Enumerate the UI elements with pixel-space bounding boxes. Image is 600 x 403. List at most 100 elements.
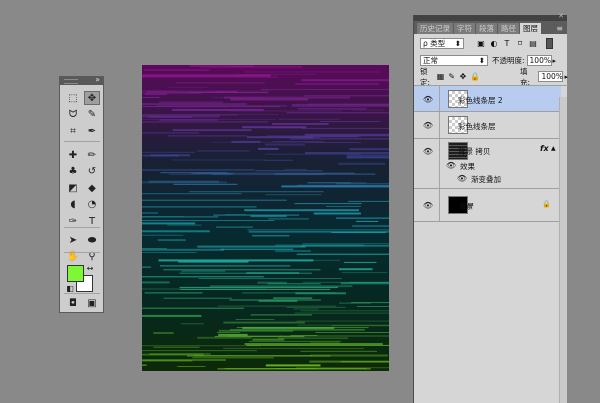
color-streak xyxy=(258,147,279,150)
healing-brush-tool-icon[interactable]: ✚ xyxy=(65,148,81,162)
color-streak xyxy=(341,272,388,274)
quick-mask-icon[interactable]: ◘ xyxy=(65,296,81,310)
color-streak xyxy=(286,112,389,114)
layer-name[interactable]: 背景 拷贝 xyxy=(458,146,490,157)
layer-row-background-copy[interactable]: 👁 背景 拷贝 fx ▲ 👁 效果 👁 渐变叠加 xyxy=(414,139,561,189)
tools-panel-titlebar[interactable]: » xyxy=(60,75,103,85)
layer-filter-select[interactable]: ρ 类型 ⬍ xyxy=(420,38,464,49)
color-streak xyxy=(145,114,280,115)
tools-panel: » ⬚ ✥ ᗢ ✎ ⌗ ✒ ✚ ✏ ♣ ↺ ◩ ◆ ◖ ◔ ✑ T ➤ ⬬ ✋ ⚲ ↔ ◧ ◘ ▣ xyxy=(59,75,104,313)
tab-paragraph[interactable]: 段落 xyxy=(476,23,497,34)
crop-tool-icon[interactable]: ⌗ xyxy=(65,124,81,138)
eraser-tool-icon[interactable]: ◩ xyxy=(65,181,81,195)
clone-stamp-tool-icon[interactable]: ♣ xyxy=(65,164,81,178)
panel-menu-icon[interactable]: ≡ xyxy=(556,23,563,34)
opacity-input[interactable]: 100% xyxy=(526,55,552,66)
color-streak xyxy=(295,292,346,295)
foreground-color-swatch[interactable] xyxy=(67,265,84,282)
lock-all-icon[interactable]: 🔒 xyxy=(470,72,480,82)
color-streak xyxy=(142,350,257,352)
color-streak xyxy=(272,141,324,143)
document-canvas[interactable] xyxy=(142,65,389,371)
tool-divider xyxy=(64,252,100,253)
quick-select-tool-icon[interactable]: ✎ xyxy=(84,107,100,121)
color-streak xyxy=(142,76,279,78)
lock-transparent-icon[interactable]: ▦ xyxy=(436,72,445,82)
history-brush-tool-icon[interactable]: ↺ xyxy=(84,164,100,178)
eye-icon[interactable]: 👁 xyxy=(446,160,456,170)
color-streak xyxy=(157,239,186,242)
color-streak xyxy=(352,225,389,228)
color-streak xyxy=(193,355,312,357)
color-streak xyxy=(153,346,200,348)
color-streak xyxy=(142,193,242,195)
color-streak xyxy=(304,95,389,97)
tab-paths[interactable]: 路径 xyxy=(498,23,519,34)
layers-panel: ✕ 历史记录 字符 段落 路径 图层 ≡ ρ 类型 ⬍ ▣ ◐ T ⌑ ▤ 正常… xyxy=(413,12,568,403)
swap-colors-icon[interactable]: ↔ xyxy=(85,263,95,273)
filter-toggle-icon[interactable] xyxy=(546,38,553,49)
tab-character[interactable]: 字符 xyxy=(454,23,475,34)
marquee-tool-icon[interactable]: ⬚ xyxy=(65,91,81,105)
fx-icon[interactable]: fx xyxy=(540,144,549,153)
path-select-tool-icon[interactable]: ➤ xyxy=(65,233,81,247)
eye-icon[interactable]: 👁 xyxy=(423,120,433,130)
color-streak xyxy=(265,127,302,129)
color-streak xyxy=(296,320,389,322)
blend-mode-select[interactable]: 正常 ⬍ xyxy=(420,55,488,66)
type-tool-icon[interactable]: T xyxy=(84,214,100,228)
shape-filter-icon[interactable]: ⌑ xyxy=(515,39,525,49)
color-streak xyxy=(301,79,389,82)
panel-grip[interactable] xyxy=(64,79,78,84)
color-streak xyxy=(142,151,196,153)
smart-object-filter-icon[interactable]: ▤ xyxy=(528,39,538,49)
eye-icon[interactable]: 👁 xyxy=(423,94,433,104)
screen-mode-icon[interactable]: ▣ xyxy=(84,296,100,310)
adjustment-filter-icon[interactable]: ◐ xyxy=(489,39,499,49)
eye-icon[interactable]: 👁 xyxy=(457,173,467,183)
scrollbar[interactable] xyxy=(559,97,567,403)
tab-history[interactable]: 历史记录 xyxy=(417,23,453,34)
color-streak xyxy=(348,200,389,202)
lasso-tool-icon[interactable]: ᗢ xyxy=(65,107,81,121)
layer-name[interactable]: 彩色线条层 xyxy=(458,121,496,132)
eyedropper-tool-icon[interactable]: ✒ xyxy=(84,124,100,138)
paint-bucket-tool-icon[interactable]: ◆ xyxy=(84,181,100,195)
color-streak xyxy=(279,335,389,337)
layer-name[interactable]: 背景 xyxy=(458,201,473,212)
move-tool-icon[interactable]: ✥ xyxy=(84,91,100,105)
fill-input[interactable]: 100% xyxy=(538,71,564,82)
color-streak xyxy=(252,235,290,237)
lock-image-icon[interactable]: ✎ xyxy=(448,72,456,82)
color-streak xyxy=(295,259,340,261)
chevron-up-icon[interactable]: ▲ xyxy=(551,145,556,152)
column-divider xyxy=(439,86,440,111)
layer-name[interactable]: 彩色线条层 2 xyxy=(458,95,503,106)
shape-tool-icon[interactable]: ⬬ xyxy=(84,233,100,247)
blur-tool-icon[interactable]: ◖ xyxy=(65,197,81,211)
brush-tool-icon[interactable]: ✏ xyxy=(84,148,100,162)
collapse-icon[interactable]: » xyxy=(95,75,100,84)
color-streak xyxy=(142,216,219,218)
pen-tool-icon[interactable]: ✑ xyxy=(65,214,81,228)
layer-row-colored-lines[interactable]: 👁 彩色线条层 xyxy=(414,112,561,139)
color-streak xyxy=(142,220,275,221)
color-streak xyxy=(340,282,389,285)
eye-icon[interactable]: 👁 xyxy=(423,146,433,156)
eye-icon[interactable]: 👁 xyxy=(423,200,433,210)
opacity-slider-arrow-icon[interactable]: ▸ xyxy=(553,57,557,65)
fill-slider-arrow-icon[interactable]: ▸ xyxy=(564,73,568,81)
default-colors-icon[interactable]: ◧ xyxy=(65,283,75,293)
lock-position-icon[interactable]: ✥ xyxy=(459,72,467,82)
layer-row-background[interactable]: 👁 背景 🔒 xyxy=(414,189,561,222)
color-streak xyxy=(197,336,252,339)
layer-row-colored-lines-2[interactable]: 👁 彩色线条层 2 xyxy=(414,86,561,112)
type-filter-icon[interactable]: T xyxy=(502,39,512,49)
effect-gradient-overlay[interactable]: 渐变叠加 xyxy=(471,174,501,185)
color-streak xyxy=(172,108,264,111)
image-filter-icon[interactable]: ▣ xyxy=(476,39,486,49)
color-streak xyxy=(296,367,389,369)
tab-layers[interactable]: 图层 xyxy=(520,23,541,34)
close-icon[interactable]: ✕ xyxy=(558,12,564,20)
dodge-tool-icon[interactable]: ◔ xyxy=(84,197,100,211)
